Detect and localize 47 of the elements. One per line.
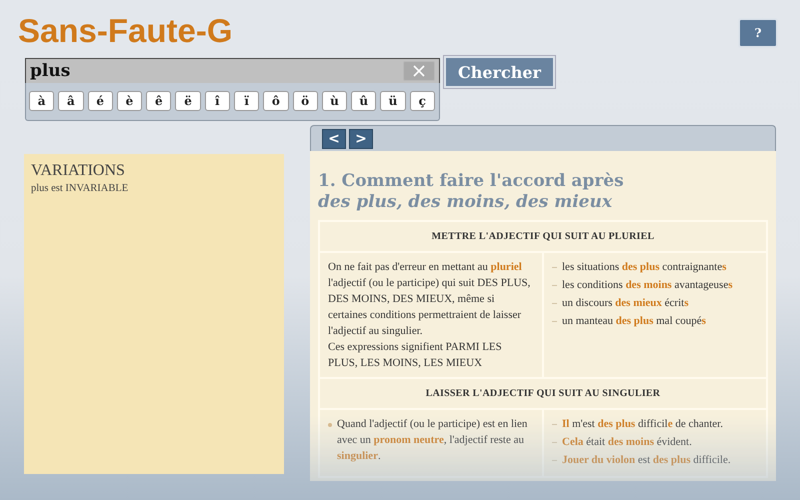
previous-button[interactable]: < <box>322 129 346 149</box>
accent-key[interactable]: ç <box>410 91 435 111</box>
article-title: 1. Comment faire l'accord après <box>318 171 625 191</box>
dash-icon <box>552 460 557 461</box>
search-button[interactable]: Chercher <box>444 56 555 88</box>
bullet-icon <box>328 423 332 427</box>
accent-key[interactable]: è <box>116 91 142 111</box>
accent-key[interactable]: ù <box>322 91 348 111</box>
example-text: les situations des plus contraignantes <box>562 260 726 275</box>
accent-key[interactable]: û <box>351 91 376 111</box>
help-button[interactable]: ? <box>738 18 778 48</box>
search-input[interactable]: plus <box>30 61 403 81</box>
next-button[interactable]: > <box>349 129 373 149</box>
accent-key[interactable]: à <box>29 91 54 111</box>
close-icon <box>413 65 425 77</box>
accent-key[interactable]: ë <box>175 91 201 111</box>
section-heading: LAISSER L'ADJECTIF QUI SUIT AU SINGULIER <box>319 378 767 409</box>
variations-text: plus est INVARIABLE <box>31 183 130 194</box>
dash-icon <box>552 424 557 425</box>
example-text: Jouer du violon est des plus difficile. <box>562 453 731 468</box>
variations-title: VARIATIONS <box>31 162 126 180</box>
accent-key[interactable]: ö <box>292 91 318 111</box>
app-title: Sans-Faute-G <box>18 12 233 50</box>
explanation-text: Ces expressions signifient PARMI LES PLUS, LES MOINS, LES MIEUX <box>328 340 503 371</box>
dash-icon <box>552 442 557 443</box>
example-text: Cela était des moins évident. <box>562 435 692 450</box>
section-heading: METTRE L'ADJECTIF QUI SUIT AU PLURIEL <box>319 221 767 252</box>
accent-key[interactable]: ï <box>234 91 260 111</box>
accent-key[interactable]: ê <box>146 91 172 111</box>
accent-key[interactable]: ü <box>380 91 406 111</box>
accent-key[interactable]: ô <box>263 91 289 111</box>
example-text: les conditions des moins avantageuses <box>562 278 732 293</box>
dash-icon <box>552 285 557 286</box>
article-subtitle: des plus, des moins, des mieux <box>318 192 613 212</box>
explanation-text: On ne fait pas d'erreur en mettant au pluriel l'adjectif (ou le participe) qui suit DES PLUS, DES MOINS, DES MIEUX, même si certaines conditions permettraient de laisser l'adjectif au singulier. <box>328 260 532 339</box>
dash-icon <box>552 267 557 268</box>
explanation-text: Quand l'adjectif (ou le participe) est en lien avec un pronom neutre, l'adjectif reste au singulier. <box>337 417 528 464</box>
example-text: un manteau des plus mal coupés <box>562 314 706 329</box>
accent-key[interactable]: â <box>58 91 84 111</box>
accent-key[interactable]: é <box>88 91 113 111</box>
accent-key[interactable]: î <box>204 91 230 111</box>
clear-button[interactable] <box>403 61 435 81</box>
dash-icon <box>552 303 557 304</box>
search-field[interactable]: plus <box>25 58 440 83</box>
example-text: un discours des mieux écrits <box>562 296 688 311</box>
example-text: Il m'est des plus difficile de chanter. <box>562 417 723 432</box>
dash-icon <box>552 321 557 322</box>
